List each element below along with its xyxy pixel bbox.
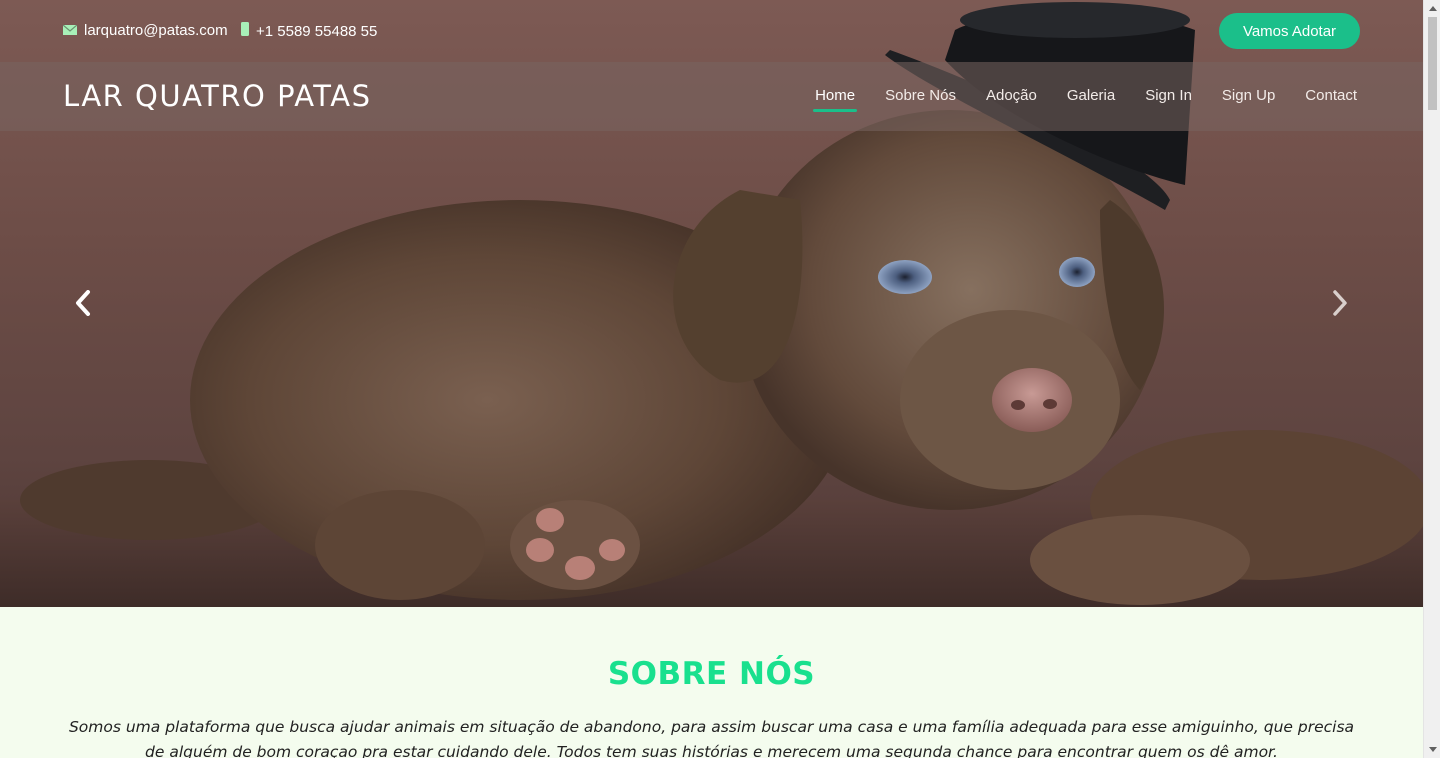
navbar: LAR QUATRO PATAS Home Sobre Nós Adoção G… <box>0 62 1423 131</box>
about-section: SOBRE NÓS Somos uma plataforma que busca… <box>0 607 1423 758</box>
nav-item-adocao[interactable]: Adoção <box>986 87 1037 110</box>
nav-item-sobre-nos[interactable]: Sobre Nós <box>885 87 956 110</box>
adopt-button[interactable]: Vamos Adotar <box>1219 13 1360 49</box>
carousel-prev-button[interactable] <box>68 288 98 318</box>
chevron-right-icon <box>1333 290 1347 316</box>
chevron-left-icon <box>76 290 90 316</box>
hero-carousel: larquatro@patas.com +1 5589 55488 55 Vam… <box>0 0 1423 607</box>
nav-item-contact[interactable]: Contact <box>1305 87 1357 110</box>
main-nav: Home Sobre Nós Adoção Galeria Sign In Si… <box>785 87 1357 112</box>
site-brand[interactable]: LAR QUATRO PATAS <box>63 79 372 113</box>
phone-icon <box>241 22 249 40</box>
nav-item-sign-up[interactable]: Sign Up <box>1222 87 1275 110</box>
nav-item-home[interactable]: Home <box>813 87 858 112</box>
phone-contact[interactable]: +1 5589 55488 55 <box>241 22 377 40</box>
about-title: SOBRE NÓS <box>607 656 816 692</box>
top-contact-bar: larquatro@patas.com +1 5589 55488 55 Vam… <box>0 0 1423 62</box>
nav-item-sign-in[interactable]: Sign In <box>1145 87 1192 110</box>
email-text: larquatro@patas.com <box>84 22 228 39</box>
scrollbar-thumb[interactable] <box>1428 17 1437 110</box>
envelope-icon <box>62 22 78 39</box>
nav-item-galeria[interactable]: Galeria <box>1067 87 1115 110</box>
page: larquatro@patas.com +1 5589 55488 55 Vam… <box>0 0 1423 758</box>
scroll-up-arrow-icon[interactable] <box>1424 0 1440 17</box>
phone-text: +1 5589 55488 55 <box>256 22 378 40</box>
about-text: Somos uma plataforma que busca ajudar an… <box>68 718 1355 758</box>
scroll-down-arrow-icon[interactable] <box>1424 741 1440 758</box>
page-scrollbar[interactable] <box>1423 0 1440 758</box>
carousel-next-button[interactable] <box>1325 288 1355 318</box>
email-contact[interactable]: larquatro@patas.com <box>62 22 228 39</box>
